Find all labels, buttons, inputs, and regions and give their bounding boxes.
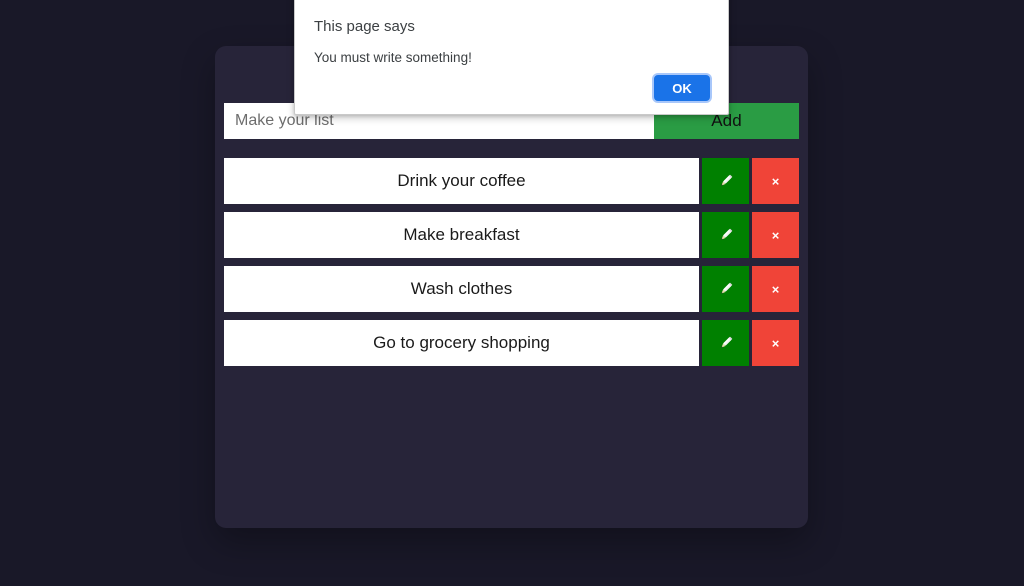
delete-task-button[interactable]: × [752,266,799,312]
delete-task-button[interactable]: × [752,320,799,366]
edit-task-button[interactable] [702,266,749,312]
alert-message: You must write something! [314,50,472,65]
task-row: Go to grocery shopping × [224,320,799,366]
pencil-icon [716,171,736,191]
delete-task-button[interactable]: × [752,158,799,204]
task-row: Wash clothes × [224,266,799,312]
edit-task-button[interactable] [702,320,749,366]
pencil-icon [716,333,736,353]
task-list: Drink your coffee × Make breakfast × Was… [224,158,799,374]
pencil-icon [716,279,736,299]
task-label: Make breakfast [224,212,699,258]
alert-ok-button[interactable]: OK [654,75,710,101]
task-row: Drink your coffee × [224,158,799,204]
delete-task-button[interactable]: × [752,212,799,258]
todo-app-card: Add Drink your coffee [215,46,808,528]
edit-task-button[interactable] [702,212,749,258]
task-label: Drink your coffee [224,158,699,204]
browser-alert-dialog: This page says You must write something!… [294,0,729,115]
alert-actions: OK [654,75,710,101]
task-label: Wash clothes [224,266,699,312]
task-row: Make breakfast × [224,212,799,258]
alert-title: This page says [314,18,415,35]
pencil-icon [716,225,736,245]
task-label: Go to grocery shopping [224,320,699,366]
edit-task-button[interactable] [702,158,749,204]
